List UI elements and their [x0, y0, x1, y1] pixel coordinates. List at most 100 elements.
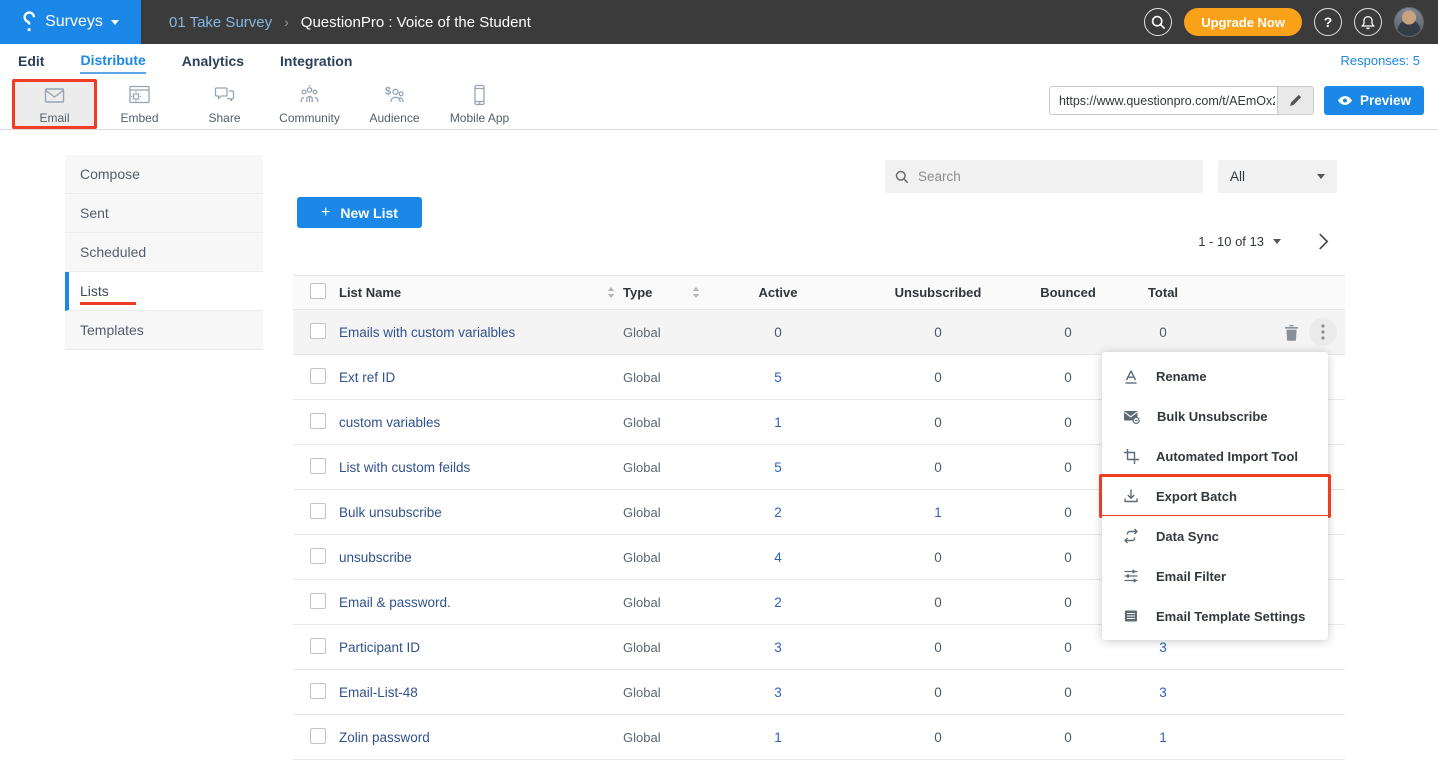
breadcrumb-survey-link[interactable]: 01 Take Survey [169, 14, 272, 31]
column-header-list-name[interactable]: List Name [339, 285, 401, 300]
toolbar-item-share[interactable]: Share [182, 79, 267, 129]
select-all-checkbox[interactable] [310, 283, 326, 299]
upgrade-now-button[interactable]: Upgrade Now [1184, 8, 1302, 36]
sidebar-item-templates[interactable]: Templates [65, 311, 263, 350]
embed-icon [127, 83, 152, 107]
delete-list-button[interactable] [1284, 324, 1299, 341]
toolbar-item-label: Embed [120, 111, 158, 125]
row-checkbox[interactable] [310, 638, 326, 654]
list-type: Global [623, 640, 661, 655]
new-list-button-label: New List [340, 205, 398, 221]
menu-item-bulk-unsubscribe[interactable]: Bulk Unsubscribe [1102, 396, 1328, 436]
list-filter-dropdown[interactable]: All [1218, 160, 1337, 193]
active-count[interactable]: 5 [774, 460, 782, 475]
active-count[interactable]: 1 [774, 415, 782, 430]
unsubscribed-count: 0 [934, 685, 942, 700]
search-button[interactable] [1144, 8, 1172, 36]
total-count[interactable]: 1 [1159, 730, 1167, 745]
toolbar-item-community[interactable]: Community [267, 79, 352, 129]
row-menu-button[interactable] [1309, 318, 1337, 346]
list-name-link[interactable]: Participant ID [339, 640, 420, 655]
list-name-link[interactable]: Bulk unsubscribe [339, 505, 442, 520]
notifications-button[interactable] [1354, 8, 1382, 36]
edit-url-button[interactable] [1277, 87, 1313, 114]
active-count[interactable]: 5 [774, 370, 782, 385]
row-checkbox[interactable] [310, 323, 326, 339]
list-name-link[interactable]: Zolin password [339, 730, 430, 745]
new-list-button[interactable]: + New List [297, 197, 422, 228]
row-checkbox[interactable] [310, 368, 326, 384]
menu-item-automated-import-tool[interactable]: Automated Import Tool [1102, 436, 1328, 476]
surveys-menu[interactable]: Surveys [0, 0, 141, 44]
list-name-link[interactable]: Emails with custom varialbles [339, 325, 515, 340]
tab-edit[interactable]: Edit [18, 48, 44, 73]
list-search-input[interactable] [918, 169, 1193, 184]
responses-count[interactable]: Responses: 5 [1341, 53, 1421, 68]
list-name-link[interactable]: Ext ref ID [339, 370, 395, 385]
search-icon [1151, 15, 1166, 30]
list-name-link[interactable]: List with custom feilds [339, 460, 470, 475]
survey-link-group: Preview [1049, 86, 1424, 115]
menu-item-export-batch[interactable]: Export Batch [1102, 476, 1328, 516]
list-name-link[interactable]: Email-List-48 [339, 685, 418, 700]
unsubscribed-count: 0 [934, 550, 942, 565]
active-count[interactable]: 2 [774, 595, 782, 610]
audience-icon: $ [382, 83, 407, 107]
menu-item-email-filter[interactable]: Email Filter [1102, 556, 1328, 596]
total-count: 0 [1159, 325, 1167, 340]
active-count: 0 [774, 325, 782, 340]
chevron-down-icon [111, 20, 119, 25]
active-count[interactable]: 4 [774, 550, 782, 565]
row-checkbox[interactable] [310, 413, 326, 429]
toolbar-item-embed[interactable]: Embed [97, 79, 182, 129]
column-header-total[interactable]: Total [1108, 285, 1218, 300]
column-header-type[interactable]: Type [623, 285, 652, 300]
toolbar-item-mobile-app[interactable]: Mobile App [437, 79, 522, 129]
list-filter-value: All [1230, 169, 1245, 184]
row-checkbox[interactable] [310, 548, 326, 564]
data-sync-icon [1123, 528, 1139, 544]
sort-icon[interactable] [692, 287, 700, 298]
active-count[interactable]: 3 [774, 685, 782, 700]
menu-item-data-sync[interactable]: Data Sync [1102, 516, 1328, 556]
column-header-bounced[interactable]: Bounced [1028, 285, 1108, 300]
active-count[interactable]: 3 [774, 640, 782, 655]
tab-distribute[interactable]: Distribute [80, 47, 145, 74]
list-name-link[interactable]: Email & password. [339, 595, 451, 610]
menu-item-email-template-settings[interactable]: Email Template Settings [1102, 596, 1328, 636]
toolbar-item-audience[interactable]: $ Audience [352, 79, 437, 129]
sidebar-item-compose[interactable]: Compose [65, 155, 263, 194]
toolbar-item-label: Share [208, 111, 240, 125]
tab-analytics[interactable]: Analytics [182, 48, 244, 73]
pagination-range-dropdown[interactable]: 1 - 10 of 13 [1198, 234, 1281, 249]
column-header-unsubscribed[interactable]: Unsubscribed [848, 285, 1028, 300]
pagination-next-button[interactable] [1318, 233, 1329, 250]
row-checkbox[interactable] [310, 503, 326, 519]
total-count[interactable]: 3 [1159, 640, 1167, 655]
row-checkbox[interactable] [310, 458, 326, 474]
pagination: 1 - 10 of 13 [1198, 233, 1375, 250]
row-checkbox[interactable] [310, 683, 326, 699]
menu-item-label: Data Sync [1156, 529, 1219, 544]
sidebar-item-scheduled[interactable]: Scheduled [65, 233, 263, 272]
toolbar-item-email[interactable]: Email [12, 79, 97, 129]
column-header-active[interactable]: Active [708, 285, 848, 300]
user-avatar[interactable] [1394, 7, 1424, 37]
row-checkbox[interactable] [310, 728, 326, 744]
unsubscribed-count[interactable]: 1 [934, 505, 942, 520]
sidebar-item-lists[interactable]: Lists [65, 272, 263, 311]
list-name-link[interactable]: custom variables [339, 415, 440, 430]
row-checkbox[interactable] [310, 593, 326, 609]
sidebar-item-sent[interactable]: Sent [65, 194, 263, 233]
tab-integration[interactable]: Integration [280, 48, 352, 73]
active-count[interactable]: 2 [774, 505, 782, 520]
preview-button-label: Preview [1360, 93, 1411, 108]
sort-icon[interactable] [607, 287, 615, 298]
preview-button[interactable]: Preview [1324, 86, 1424, 115]
survey-url-input[interactable] [1050, 87, 1277, 114]
help-button[interactable]: ? [1314, 8, 1342, 36]
list-name-link[interactable]: unsubscribe [339, 550, 412, 565]
total-count[interactable]: 3 [1159, 685, 1167, 700]
active-count[interactable]: 1 [774, 730, 782, 745]
menu-item-rename[interactable]: Rename [1102, 356, 1328, 396]
